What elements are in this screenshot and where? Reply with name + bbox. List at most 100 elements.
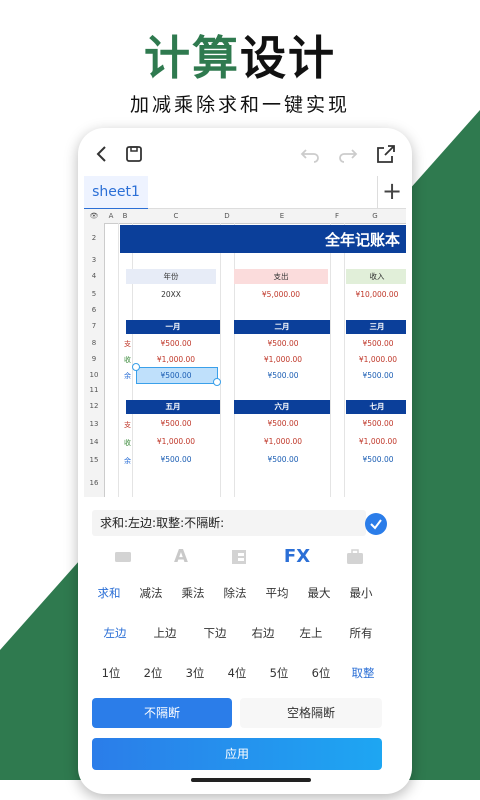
- value-cell[interactable]: ¥500.00: [136, 337, 216, 351]
- col-header-d[interactable]: D: [220, 209, 235, 224]
- col-header-f[interactable]: F: [330, 209, 345, 224]
- value-cell[interactable]: ¥500.00: [136, 369, 216, 383]
- row-header[interactable]: 12: [84, 397, 105, 416]
- redo-icon[interactable]: [336, 142, 360, 166]
- value-cell[interactable]: ¥1,000.00: [240, 353, 326, 367]
- func-min-button[interactable]: 最小: [342, 578, 380, 608]
- fx-function-icon[interactable]: FX: [282, 544, 312, 570]
- row-mark: 收: [124, 439, 131, 447]
- income-label-cell[interactable]: 收入: [346, 269, 406, 284]
- row-header[interactable]: 14: [84, 433, 105, 452]
- row-header[interactable]: 15: [84, 451, 105, 470]
- value-cell[interactable]: ¥1,000.00: [348, 353, 406, 367]
- row-header[interactable]: 2: [84, 223, 105, 254]
- value-cell[interactable]: ¥1,000.00: [136, 353, 216, 367]
- decimal-5-button[interactable]: 5位: [260, 658, 298, 688]
- value-cell[interactable]: ¥500.00: [348, 417, 406, 431]
- value-cell[interactable]: ¥500.00: [348, 337, 406, 351]
- row-header[interactable]: 5: [84, 285, 105, 304]
- value-cell[interactable]: ¥500.00: [136, 453, 216, 467]
- row-mark: 支: [124, 421, 131, 429]
- keyboard-icon[interactable]: [108, 544, 138, 570]
- row-mark: 收: [124, 356, 131, 364]
- headline: 计算设计: [144, 31, 336, 85]
- value-cell[interactable]: ¥500.00: [240, 417, 326, 431]
- col-header-g[interactable]: G: [344, 209, 406, 224]
- eye-icon[interactable]: 👁: [84, 209, 105, 224]
- row-header[interactable]: 10: [84, 367, 105, 384]
- phone-frame: sheet1 + 👁 A B C D E F G 2 3 4 5 6 7 8 9…: [78, 128, 412, 794]
- value-cell[interactable]: ¥500.00: [136, 417, 216, 431]
- year-value-cell[interactable]: 20XX: [126, 287, 216, 302]
- row-header[interactable]: 13: [84, 415, 105, 434]
- func-multiply-button[interactable]: 乘法: [174, 578, 212, 608]
- col-header-b[interactable]: B: [118, 209, 133, 224]
- spreadsheet-grid[interactable]: 👁 A B C D E F G 2 3 4 5 6 7 8 9 10 11 12…: [84, 209, 406, 497]
- tab-sheet1[interactable]: sheet1: [84, 176, 148, 210]
- value-cell[interactable]: ¥1,000.00: [136, 435, 216, 449]
- col-header-c[interactable]: C: [132, 209, 221, 224]
- range-upper-left-button[interactable]: 左上: [292, 618, 330, 648]
- no-separator-button[interactable]: 不隔断: [92, 698, 232, 728]
- apply-button[interactable]: 应用: [92, 738, 382, 770]
- add-sheet-button[interactable]: +: [377, 176, 406, 208]
- row-header[interactable]: 11: [84, 383, 105, 398]
- selection-handle-bottom-right[interactable]: [213, 378, 221, 386]
- value-cell[interactable]: ¥1,000.00: [348, 435, 406, 449]
- func-subtract-button[interactable]: 减法: [132, 578, 170, 608]
- share-icon[interactable]: [374, 142, 398, 166]
- range-up-button[interactable]: 上边: [146, 618, 184, 648]
- row-header[interactable]: 6: [84, 303, 105, 318]
- sheet-tabs: sheet1 +: [84, 176, 406, 210]
- func-sum-button[interactable]: 求和: [90, 578, 128, 608]
- expense-value-cell[interactable]: ¥5,000.00: [234, 287, 328, 302]
- space-separator-button[interactable]: 空格隔断: [240, 698, 382, 728]
- save-icon[interactable]: [122, 142, 146, 166]
- row-mark: 余: [124, 372, 131, 380]
- value-cell[interactable]: ¥500.00: [348, 453, 406, 467]
- briefcase-icon[interactable]: [340, 544, 370, 570]
- month-header[interactable]: 一月: [126, 320, 220, 334]
- month-header[interactable]: 七月: [346, 400, 406, 414]
- row-header[interactable]: 8: [84, 335, 105, 352]
- selection-handle-top-left[interactable]: [132, 363, 140, 371]
- range-right-button[interactable]: 右边: [244, 618, 282, 648]
- round-integer-button[interactable]: 取整: [344, 658, 382, 688]
- row-header[interactable]: 3: [84, 253, 105, 268]
- value-cell[interactable]: ¥1,000.00: [240, 435, 326, 449]
- decimal-1-button[interactable]: 1位: [92, 658, 130, 688]
- month-header[interactable]: 三月: [346, 320, 406, 334]
- col-header-e[interactable]: E: [234, 209, 331, 224]
- func-divide-button[interactable]: 除法: [216, 578, 254, 608]
- decimal-2-button[interactable]: 2位: [134, 658, 172, 688]
- layout-icon[interactable]: [224, 544, 254, 570]
- income-value-cell[interactable]: ¥10,000.00: [346, 287, 406, 302]
- func-average-button[interactable]: 平均: [258, 578, 296, 608]
- col-header-a[interactable]: A: [104, 209, 119, 224]
- row-header[interactable]: 7: [84, 317, 105, 336]
- row-header[interactable]: 16: [84, 469, 105, 497]
- decimal-4-button[interactable]: 4位: [218, 658, 256, 688]
- func-max-button[interactable]: 最大: [300, 578, 338, 608]
- undo-icon[interactable]: [298, 142, 322, 166]
- decimal-6-button[interactable]: 6位: [302, 658, 340, 688]
- formula-display[interactable]: 求和:左边:取整:不隔断:: [92, 510, 366, 536]
- month-header[interactable]: 六月: [234, 400, 330, 414]
- month-header[interactable]: 五月: [126, 400, 220, 414]
- value-cell[interactable]: ¥500.00: [240, 337, 326, 351]
- decimal-3-button[interactable]: 3位: [176, 658, 214, 688]
- row-header[interactable]: 9: [84, 351, 105, 368]
- range-all-button[interactable]: 所有: [342, 618, 380, 648]
- range-down-button[interactable]: 下边: [196, 618, 234, 648]
- value-cell[interactable]: ¥500.00: [240, 369, 326, 383]
- text-format-icon[interactable]: A: [166, 544, 196, 570]
- value-cell[interactable]: ¥500.00: [348, 369, 406, 383]
- value-cell[interactable]: ¥500.00: [240, 453, 326, 467]
- row-header[interactable]: 4: [84, 267, 105, 286]
- year-label-cell[interactable]: 年份: [126, 269, 216, 284]
- back-icon[interactable]: [90, 142, 114, 166]
- range-left-button[interactable]: 左边: [96, 618, 134, 648]
- expense-label-cell[interactable]: 支出: [234, 269, 328, 284]
- confirm-check-icon[interactable]: [365, 513, 387, 535]
- month-header[interactable]: 二月: [234, 320, 330, 334]
